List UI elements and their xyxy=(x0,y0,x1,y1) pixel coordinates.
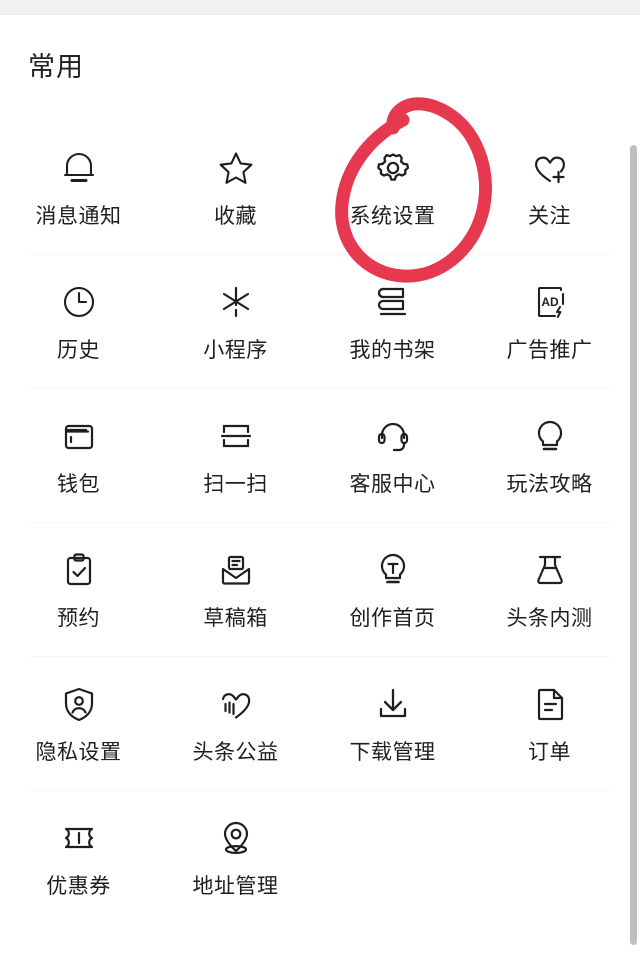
headset-icon xyxy=(370,413,416,459)
grid-item-label: 关注 xyxy=(528,205,571,228)
ad-icon: AD xyxy=(527,279,573,325)
grid-item-wallet[interactable]: 钱包 xyxy=(0,388,157,522)
grid-item-label: 系统设置 xyxy=(349,205,436,228)
lightbulb-icon xyxy=(527,413,573,459)
grid-item-label: 钱包 xyxy=(57,473,100,496)
grid-item-label: 下载管理 xyxy=(349,741,436,764)
scan-icon xyxy=(213,413,259,459)
grid-item-scan[interactable]: 扫一扫 xyxy=(157,388,314,522)
status-bar-strip xyxy=(0,0,640,15)
grid-item-label: 扫一扫 xyxy=(203,473,268,496)
grid-item-label: 玩法攻略 xyxy=(506,473,593,496)
grid-item-toutiao-beta[interactable]: 头条内测 xyxy=(471,522,628,656)
grid-item-drafts[interactable]: 草稿箱 xyxy=(157,522,314,656)
grid-item-label: 消息通知 xyxy=(35,205,122,228)
grid-item-label: 历史 xyxy=(57,339,100,362)
coupon-icon xyxy=(56,815,102,861)
clipboard-check-icon xyxy=(56,547,102,593)
star-icon xyxy=(213,145,259,191)
grid-item-label: 我的书架 xyxy=(349,339,436,362)
grid-item-follow[interactable]: 关注 xyxy=(471,120,628,254)
document-lines-icon xyxy=(527,681,573,727)
grid-item-system-settings[interactable]: 系统设置 xyxy=(314,120,471,254)
grid-item-label: 草稿箱 xyxy=(203,607,268,630)
app-screen: 常用 消息通知 收藏 系统设置 关注 历史 小程序 我的书架 AD 广告推广 钱… xyxy=(0,0,640,953)
grid-item-label: 头条内测 xyxy=(506,607,593,630)
grid-row: 消息通知 收藏 系统设置 关注 xyxy=(0,120,628,254)
grid-item-label: 客服中心 xyxy=(349,473,436,496)
grid-item-coupons[interactable]: 优惠券 xyxy=(0,790,157,924)
charity-heart-icon xyxy=(213,681,259,727)
miniprogram-icon xyxy=(213,279,259,325)
shortcut-grid: 消息通知 收藏 系统设置 关注 历史 小程序 我的书架 AD 广告推广 钱包 扫… xyxy=(0,120,628,924)
grid-item-customer-service[interactable]: 客服中心 xyxy=(314,388,471,522)
grid-row: 钱包 扫一扫 客服中心 玩法攻略 xyxy=(0,388,628,522)
draft-envelope-icon xyxy=(213,547,259,593)
grid-item-label: 订单 xyxy=(528,741,571,764)
heart-plus-icon xyxy=(527,145,573,191)
grid-item-appointment[interactable]: 预约 xyxy=(0,522,157,656)
grid-item-label: 隐私设置 xyxy=(35,741,122,764)
grid-item-download-manager[interactable]: 下载管理 xyxy=(314,656,471,790)
download-icon xyxy=(370,681,416,727)
grid-item-label: 预约 xyxy=(57,607,100,630)
gear-icon xyxy=(370,145,416,191)
grid-item-toutiao-charity[interactable]: 头条公益 xyxy=(157,656,314,790)
grid-item-ad-promotion[interactable]: AD 广告推广 xyxy=(471,254,628,388)
grid-row: 预约 草稿箱 创作首页 头条内测 xyxy=(0,522,628,656)
grid-item-orders[interactable]: 订单 xyxy=(471,656,628,790)
grid-item-message-notification[interactable]: 消息通知 xyxy=(0,120,157,254)
grid-item-gameplay-guide[interactable]: 玩法攻略 xyxy=(471,388,628,522)
grid-item-privacy-settings[interactable]: 隐私设置 xyxy=(0,656,157,790)
flask-icon xyxy=(527,547,573,593)
bell-icon xyxy=(56,145,102,191)
bookshelf-icon xyxy=(370,279,416,325)
location-pin-icon xyxy=(213,815,259,861)
grid-item-label: 广告推广 xyxy=(506,339,593,362)
grid-row: 隐私设置 头条公益 下载管理 订单 xyxy=(0,656,628,790)
clock-icon xyxy=(56,279,102,325)
grid-item-my-bookshelf[interactable]: 我的书架 xyxy=(314,254,471,388)
grid-item-address-manager[interactable]: 地址管理 xyxy=(157,790,314,924)
grid-item-mini-program[interactable]: 小程序 xyxy=(157,254,314,388)
grid-item-label: 优惠券 xyxy=(46,875,111,898)
grid-row: 历史 小程序 我的书架 AD 广告推广 xyxy=(0,254,628,388)
grid-row: 优惠券 地址管理 xyxy=(0,790,628,924)
grid-item-creation-home[interactable]: 创作首页 xyxy=(314,522,471,656)
shield-user-icon xyxy=(56,681,102,727)
svg-text:AD: AD xyxy=(541,295,559,309)
wallet-icon xyxy=(56,413,102,459)
vertical-scrollbar[interactable] xyxy=(630,145,637,945)
grid-item-label: 头条公益 xyxy=(192,741,279,764)
grid-item-history[interactable]: 历史 xyxy=(0,254,157,388)
idea-bulb-icon xyxy=(370,547,416,593)
page-title: 常用 xyxy=(28,52,84,82)
grid-item-label: 小程序 xyxy=(203,339,268,362)
grid-item-label: 创作首页 xyxy=(349,607,436,630)
grid-item-favorites[interactable]: 收藏 xyxy=(157,120,314,254)
grid-item-label: 地址管理 xyxy=(192,875,279,898)
grid-item-label: 收藏 xyxy=(214,205,257,228)
